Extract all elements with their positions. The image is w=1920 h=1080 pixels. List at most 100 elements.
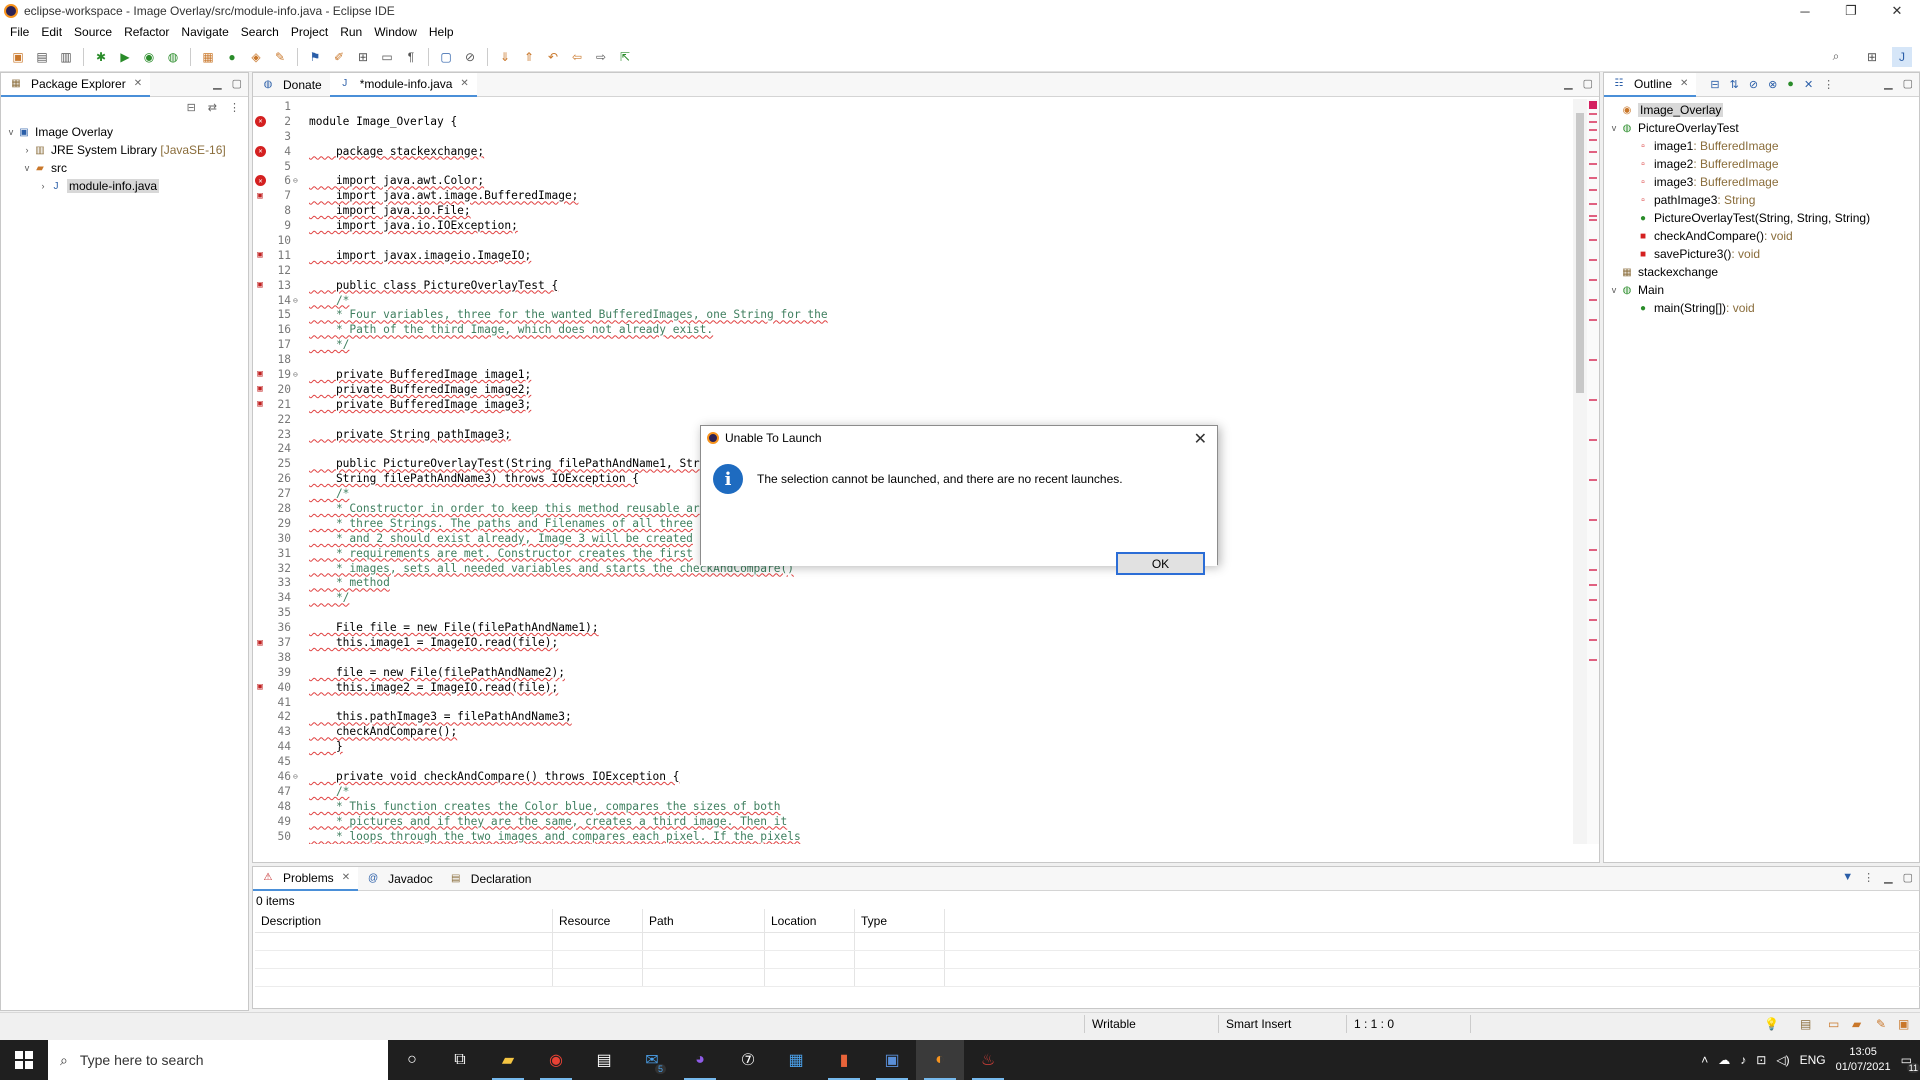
overview-marker[interactable] [1589, 584, 1597, 586]
file-explorer-icon[interactable]: ▰ [484, 1040, 532, 1080]
search-icon[interactable]: ⌕ [1826, 47, 1846, 67]
code-line[interactable]: 46 ⊖ private void checkAndCompare() throw… [253, 769, 1573, 784]
pin-editor-icon[interactable]: ⇱ [615, 47, 635, 67]
code-line[interactable]: 47 /* [253, 784, 1573, 799]
fold-icon[interactable]: ⊖ [293, 176, 301, 185]
new-class-icon[interactable]: ● [222, 47, 242, 67]
code-line[interactable]: 33 * method [253, 576, 1573, 591]
overview-marker[interactable] [1589, 151, 1597, 153]
coverage-icon[interactable]: ◉ [139, 47, 159, 67]
code-line[interactable]: 36 File file = new File(filePathAndName1… [253, 620, 1573, 635]
filter-icon[interactable]: ▼ [1842, 871, 1853, 884]
outline-item[interactable]: v ◍ Main [1604, 281, 1919, 299]
minimize-icon[interactable]: ─ [1782, 0, 1828, 22]
close-icon[interactable]: ✕ [342, 872, 350, 883]
eclipse-taskbar-icon[interactable]: ◐ [916, 1040, 964, 1080]
error-marker-icon[interactable]: ✕ [255, 175, 266, 187]
minimize-view-icon[interactable]: ▁ [1564, 77, 1572, 90]
code-line[interactable]: 8 import java.io.File; [253, 203, 1573, 218]
tab-module-info[interactable]: J *module-info.java ✕ [329, 72, 477, 97]
scroll-thumb[interactable] [1576, 113, 1584, 393]
close-icon[interactable]: ✕ [134, 78, 142, 89]
code-line[interactable]: 18 [253, 352, 1573, 367]
view-menu-icon[interactable]: ⋮ [1823, 78, 1834, 91]
network-icon[interactable]: ⊡ [1756, 1053, 1766, 1067]
error-summary-icon[interactable] [1589, 101, 1597, 109]
code-line[interactable]: 1 [253, 99, 1573, 114]
chevron-down-icon[interactable]: v [21, 163, 33, 173]
menu-source[interactable]: Source [68, 25, 118, 39]
tree-item-jre[interactable]: › ▥ JRE System Library [JavaSE-16] [1, 141, 248, 159]
mail-icon[interactable]: ✉ 5 [628, 1040, 676, 1080]
column-description[interactable]: Description [255, 908, 553, 933]
overview-marker[interactable] [1589, 569, 1597, 571]
outline-item[interactable]: v ◍ PictureOverlayTest [1604, 119, 1919, 137]
chrome-icon[interactable]: ◉ [532, 1040, 580, 1080]
code-line[interactable]: 3 [253, 129, 1573, 144]
code-line[interactable]: ▣ 19 ⊖ private BufferedImage image1; [253, 367, 1573, 382]
menu-file[interactable]: File [4, 25, 35, 39]
outline-item[interactable]: ▫ image2 : BufferedImage [1604, 155, 1919, 173]
overview-marker[interactable] [1589, 121, 1597, 123]
view-menu-icon[interactable]: ⋮ [1863, 871, 1874, 884]
forward-icon[interactable]: ⇨ [591, 47, 611, 67]
column-type[interactable]: Type [855, 908, 945, 933]
show-whitespace-icon[interactable]: ¶ [401, 47, 421, 67]
start-button[interactable] [0, 1040, 48, 1080]
outline-item[interactable]: ◉ Image_Overlay [1604, 101, 1919, 119]
code-line[interactable]: 9 import java.io.IOException; [253, 218, 1573, 233]
hide-static-icon[interactable]: ⊗ [1768, 78, 1777, 91]
code-line[interactable]: ▣ 37 this.image1 = ImageIO.read(file); [253, 635, 1573, 650]
microphone-icon[interactable]: ♪ [1740, 1053, 1746, 1067]
outline-item[interactable]: ● main(String[]) : void [1604, 299, 1919, 317]
overview-marker[interactable] [1589, 259, 1597, 261]
open-perspective-icon[interactable]: ⊞ [1862, 47, 1882, 67]
menu-help[interactable]: Help [423, 25, 460, 39]
overview-marker[interactable] [1589, 215, 1597, 217]
action-center-icon[interactable]: ▭ 11 [1901, 1053, 1920, 1073]
marketplace-icon[interactable]: ▰ [1852, 1017, 1861, 1031]
close-icon[interactable]: ✕ [1874, 0, 1920, 22]
cloud-icon[interactable]: ☁ [1718, 1053, 1730, 1067]
tab-donate[interactable]: ◍ Donate [253, 73, 330, 97]
outline-item[interactable]: ▦ stackexchange [1604, 263, 1919, 281]
paint-icon[interactable]: ▣ [868, 1040, 916, 1080]
outline-item[interactable]: ● PictureOverlayTest(String, String, Stri… [1604, 209, 1919, 227]
open-type-icon[interactable]: ◈ [246, 47, 266, 67]
previous-annotation-icon[interactable]: ⇑ [519, 47, 539, 67]
code-line[interactable]: ▣ 13 public class PictureOverlayTest { [253, 278, 1573, 293]
code-line[interactable]: 5 [253, 159, 1573, 174]
store-icon[interactable]: ▤ [580, 1040, 628, 1080]
maximize-view-icon[interactable]: ▢ [1903, 77, 1913, 90]
vertical-scrollbar[interactable] [1573, 99, 1587, 844]
overview-marker[interactable] [1589, 619, 1597, 621]
new-icon[interactable]: ▣ [8, 47, 28, 67]
code-line[interactable]: ▣ 11 import javax.imageio.ImageIO; [253, 248, 1573, 263]
fold-icon[interactable]: ⊖ [293, 772, 301, 781]
mark-occurrences-icon[interactable]: ✐ [329, 47, 349, 67]
overview-marker[interactable] [1589, 659, 1597, 661]
document-icon[interactable]: ▮ [820, 1040, 868, 1080]
code-line[interactable]: ▣ 20 private BufferedImage image2; [253, 382, 1573, 397]
close-icon[interactable]: ✕ [1194, 429, 1207, 449]
link-with-editor-icon[interactable]: ⇄ [208, 101, 217, 115]
overview-marker[interactable] [1589, 203, 1597, 205]
minimize-view-icon[interactable]: ▁ [1884, 77, 1892, 90]
code-line[interactable]: ▣ 40 this.image2 = ImageIO.read(file); [253, 680, 1573, 695]
code-line[interactable]: 17 */ [253, 337, 1573, 352]
tip-icon[interactable]: 💡 [1764, 1017, 1779, 1031]
save-all-icon[interactable]: ▥ [56, 47, 76, 67]
column-resource[interactable]: Resource [553, 908, 643, 933]
column-path[interactable]: Path [643, 908, 765, 933]
problem-marker-icon[interactable]: ▣ [253, 680, 267, 694]
code-line[interactable]: 45 [253, 754, 1573, 769]
hide-nonpublic-icon[interactable]: ● [1787, 78, 1794, 91]
column-location[interactable]: Location [765, 908, 855, 933]
error-marker-icon[interactable]: ✕ [255, 115, 266, 127]
seven-zip-icon[interactable]: ⑦ [724, 1040, 772, 1080]
overview-marker[interactable] [1589, 163, 1597, 165]
tree-item-module-info[interactable]: › J module-info.java [1, 177, 248, 195]
overview-marker[interactable] [1589, 359, 1597, 361]
overview-marker[interactable] [1589, 239, 1597, 241]
code-line[interactable]: 44 } [253, 739, 1573, 754]
